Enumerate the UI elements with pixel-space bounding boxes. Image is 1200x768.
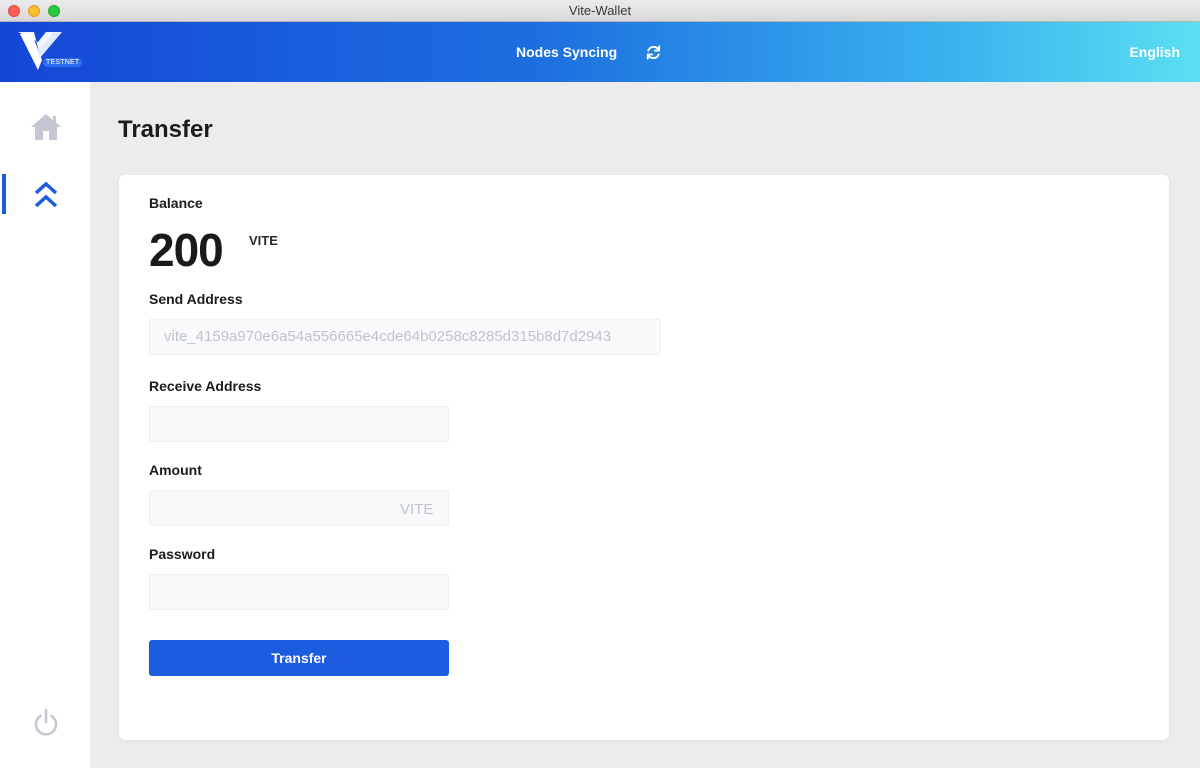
balance-unit: VITE <box>249 233 278 248</box>
maximize-window-button[interactable] <box>48 5 60 17</box>
window-titlebar: Vite-Wallet <box>0 0 1200 22</box>
close-window-button[interactable] <box>8 5 20 17</box>
language-selector[interactable]: English <box>1129 44 1180 60</box>
amount-label: Amount <box>149 462 202 478</box>
window-title: Vite-Wallet <box>568 3 632 18</box>
minimize-window-button[interactable] <box>28 5 40 17</box>
testnet-badge: TESTNET <box>43 58 83 67</box>
sidebar-item-transfer[interactable] <box>0 174 90 214</box>
refresh-icon[interactable] <box>644 43 663 62</box>
vite-logo-icon <box>18 32 62 70</box>
home-icon[interactable] <box>30 112 62 142</box>
sidebar <box>0 82 90 768</box>
send-address-field: vite_4159a970e6a54a556665e4cde64b0258c82… <box>149 319 661 355</box>
send-address-label: Send Address <box>149 291 243 307</box>
balance-label: Balance <box>149 195 203 211</box>
receive-address-label: Receive Address <box>149 378 262 394</box>
receive-address-input[interactable] <box>149 406 449 442</box>
amount-unit: VITE <box>400 501 434 518</box>
power-icon[interactable] <box>32 708 60 738</box>
transfer-card: Balance 200 VITE Send Address vite_4159a… <box>119 175 1169 740</box>
double-chevron-up-icon <box>34 181 58 208</box>
window-controls <box>8 5 60 17</box>
sync-status: Nodes Syncing <box>516 44 618 60</box>
app-header: TESTNET Nodes Syncing English <box>0 22 1200 82</box>
transfer-button[interactable]: Transfer <box>149 640 449 676</box>
password-input[interactable] <box>149 574 449 610</box>
password-label: Password <box>149 546 216 562</box>
active-indicator <box>2 174 6 214</box>
page-title: Transfer <box>118 116 213 143</box>
balance-value: 200 <box>149 224 224 276</box>
